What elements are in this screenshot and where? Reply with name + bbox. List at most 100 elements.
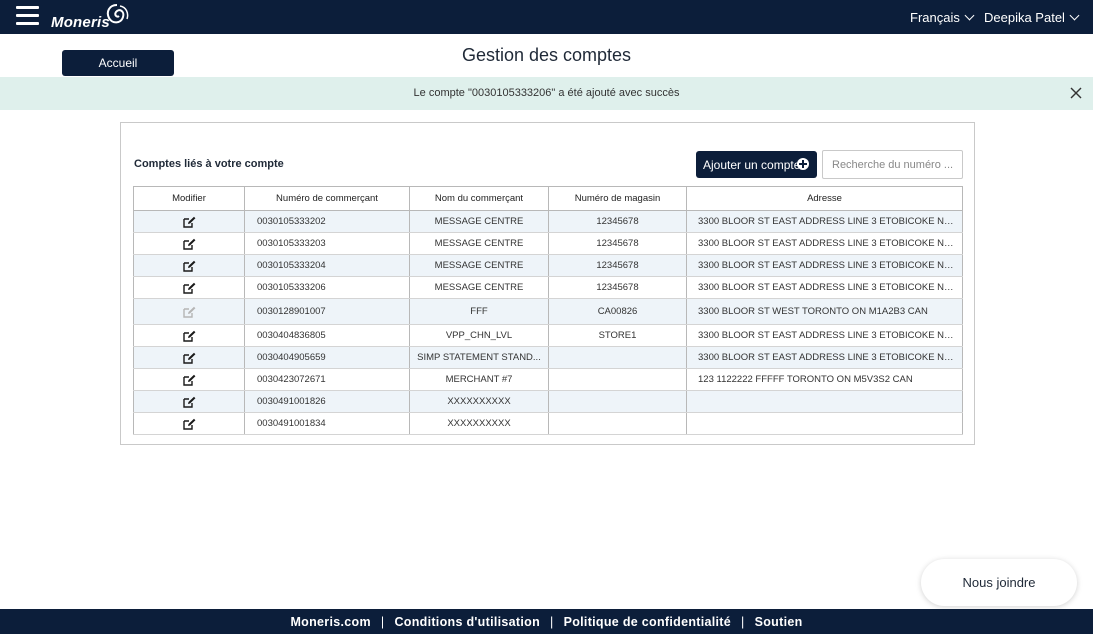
edit-icon <box>182 306 195 318</box>
address-cell: 3300 BLOOR ST EAST ADDRESS LINE 3 ETOBIC… <box>686 276 963 299</box>
edit-icon[interactable] <box>182 396 196 408</box>
plus-circle-icon <box>797 158 809 170</box>
merchant-name-cell: VPP_CHN_LVL <box>409 324 549 347</box>
edit-cell <box>133 276 245 299</box>
brand-name: Moneris <box>51 14 110 31</box>
close-icon[interactable] <box>1069 86 1083 100</box>
store-number-cell <box>548 412 687 435</box>
language-selector[interactable]: Français <box>910 10 975 25</box>
table-row: 0030404905659 SIMP STATEMENT STAND... 3300… <box>133 346 963 369</box>
merchant-name-cell: XXXXXXXXXX <box>409 412 549 435</box>
add-account-button[interactable]: Ajouter un compte <box>696 151 817 178</box>
column-header-store-number[interactable]: Numéro de magasin <box>548 186 687 211</box>
edit-cell <box>133 412 245 435</box>
table-row: 0030423072671 MERCHANT #7 123 1122222 FFFF… <box>133 368 963 391</box>
table-row: 0030105333202 MESSAGE CENTRE 12345678 3300 … <box>133 210 963 233</box>
page-title: Gestion des comptes <box>461 45 632 65</box>
linked-accounts-label: Comptes liés à votre compte <box>134 158 284 170</box>
edit-icon[interactable] <box>182 282 196 294</box>
store-number-cell <box>548 390 687 413</box>
accounts-table: Modifier Numéro de commerçant Nom du com… <box>133 186 963 435</box>
merchant-name-cell: SIMP STATEMENT STAND... <box>409 346 549 369</box>
column-header-merchant-name[interactable]: Nom du commerçant <box>409 186 549 211</box>
merchant-number-cell: 0030105333203 <box>244 232 410 255</box>
merchant-name-cell: XXXXXXXXXX <box>409 390 549 413</box>
chevron-down-icon <box>1069 10 1080 21</box>
merchant-name-cell: MERCHANT #7 <box>409 368 549 391</box>
merchant-name-cell: MESSAGE CENTRE <box>409 254 549 277</box>
merchant-number-cell: 0030404905659 <box>244 346 410 369</box>
edit-cell <box>133 210 245 233</box>
footer-link-terms[interactable]: Conditions d'utilisation <box>394 615 540 629</box>
table-body: 0030105333202 MESSAGE CENTRE 12345678 3300 … <box>133 210 963 435</box>
merchant-name-cell: MESSAGE CENTRE <box>409 210 549 233</box>
address-cell: 3300 BLOOR ST EAST ADDRESS LINE 3 ETOBIC… <box>686 210 963 233</box>
user-menu[interactable]: Deepika Patel <box>984 10 1080 25</box>
address-cell: 3300 BLOOR ST WEST TORONTO ON M1A2B3 CAN <box>686 298 963 325</box>
edit-icon[interactable] <box>182 418 196 430</box>
footer-link-moneris[interactable]: Moneris.com <box>290 615 370 629</box>
edit-icon[interactable] <box>182 374 196 386</box>
address-cell <box>686 412 963 435</box>
edit-icon[interactable] <box>182 352 196 364</box>
store-number-cell: 12345678 <box>548 210 687 233</box>
edit-cell <box>133 298 245 325</box>
merchant-number-cell: 0030128901007 <box>244 298 410 325</box>
edit-cell <box>133 368 245 391</box>
address-cell: 123 1122222 FFFFF TORONTO ON M5V3S2 CAN <box>686 368 963 391</box>
success-message: Le compte "0030105333206" a été ajouté a… <box>413 87 680 99</box>
edit-cell <box>133 324 245 347</box>
edit-icon[interactable] <box>182 330 196 342</box>
store-number-cell: CA00826 <box>548 298 687 325</box>
footer-link-support[interactable]: Soutien <box>755 615 803 629</box>
column-header-merchant-number[interactable]: Numéro de commerçant <box>244 186 410 211</box>
menu-icon[interactable] <box>16 6 39 26</box>
table-row: 0030105333204 MESSAGE CENTRE 12345678 3300 … <box>133 254 963 277</box>
merchant-number-cell: 0030423072671 <box>244 368 410 391</box>
column-header-edit[interactable]: Modifier <box>133 186 245 211</box>
merchant-name-cell: MESSAGE CENTRE <box>409 276 549 299</box>
address-cell <box>686 390 963 413</box>
table-row: 0030105333203 MESSAGE CENTRE 12345678 3300 … <box>133 232 963 255</box>
merchant-number-cell: 0030404836805 <box>244 324 410 347</box>
edit-cell <box>133 232 245 255</box>
store-number-cell: 12345678 <box>548 254 687 277</box>
column-header-address[interactable]: Adresse <box>686 186 963 211</box>
footer-separator: | <box>380 615 385 629</box>
address-cell: 3300 BLOOR ST EAST ADDRESS LINE 3 ETOBIC… <box>686 346 963 369</box>
merchant-number-cell: 0030491001826 <box>244 390 410 413</box>
footer-separator: | <box>550 615 554 629</box>
language-label: Français <box>910 10 960 25</box>
table-row: 0030491001826 XXXXXXXXXX <box>133 390 963 413</box>
store-number-cell <box>548 346 687 369</box>
table-row: 0030128901007 FFF CA00826 3300 BLOOR ST WES… <box>133 298 963 325</box>
add-account-label: Ajouter un compte <box>703 157 801 172</box>
merchant-number-cell: 0030105333206 <box>244 276 410 299</box>
merchant-number-cell: 0030105333202 <box>244 210 410 233</box>
merchant-name-cell: FFF <box>409 298 549 325</box>
chevron-down-icon <box>964 10 975 21</box>
table-header-row: Modifier Numéro de commerçant Nom du com… <box>133 186 963 211</box>
edit-icon[interactable] <box>182 238 196 250</box>
table-row: 0030105333206 MESSAGE CENTRE 12345678 3300 … <box>133 276 963 299</box>
table-row: 0030404836805 VPP_CHN_LVL STORE1 3300 BLOOR… <box>133 324 963 347</box>
edit-cell <box>133 390 245 413</box>
merchant-number-cell: 0030491001834 <box>244 412 410 435</box>
table-row: 0030491001834 XXXXXXXXXX <box>133 412 963 435</box>
accounts-panel: Comptes liés à votre compte Ajouter un c… <box>120 122 975 445</box>
merchant-number-cell: 0030105333204 <box>244 254 410 277</box>
footer-link-privacy[interactable]: Politique de confidentialité <box>564 615 731 629</box>
success-banner: Le compte "0030105333206" a été ajouté a… <box>0 77 1093 110</box>
footer: Moneris.com | Conditions d'utilisation | Pol… <box>0 609 1093 634</box>
moneris-swirl-icon <box>106 4 129 24</box>
footer-separator: | <box>741 615 745 629</box>
edit-icon[interactable] <box>182 260 196 272</box>
contact-us-button[interactable]: Nous joindre <box>921 559 1077 606</box>
edit-icon[interactable] <box>182 216 196 228</box>
user-name: Deepika Patel <box>984 10 1065 25</box>
store-number-cell: 12345678 <box>548 232 687 255</box>
search-input[interactable] <box>822 150 963 179</box>
top-bar: Moneris Français Deepika Patel <box>0 0 1093 34</box>
store-number-cell <box>548 368 687 391</box>
store-number-cell: STORE1 <box>548 324 687 347</box>
